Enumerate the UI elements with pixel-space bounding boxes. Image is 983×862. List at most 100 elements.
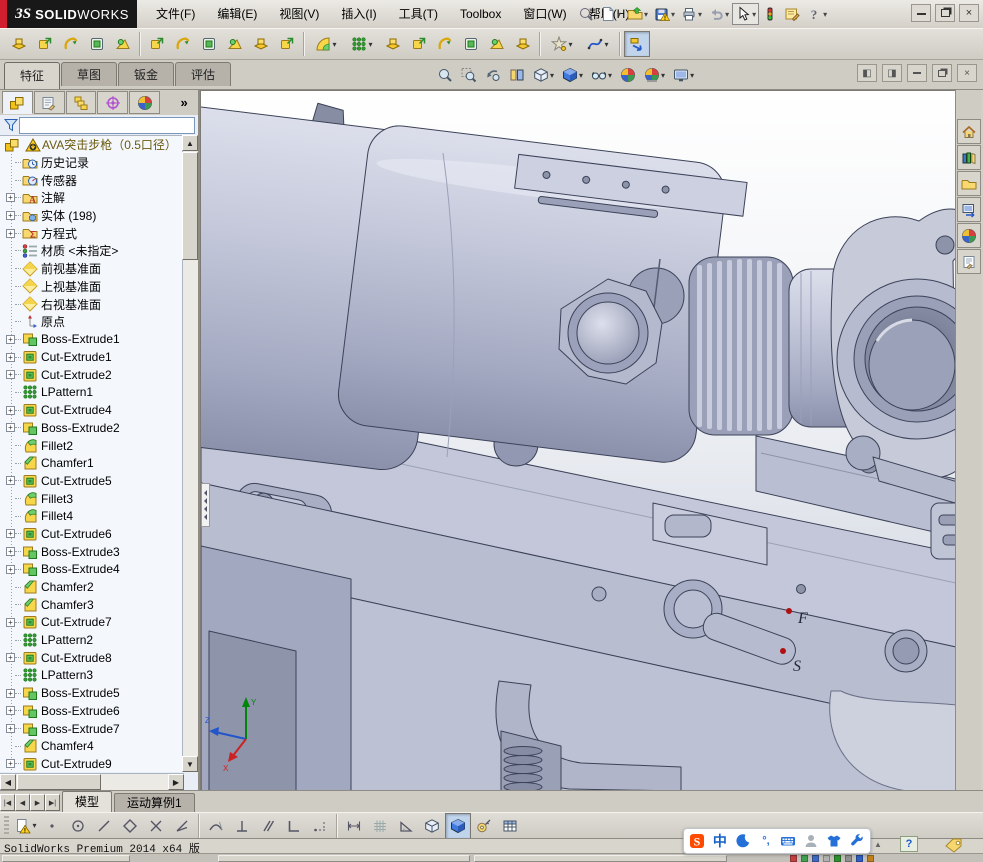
snap-perpendicular-icon[interactable] bbox=[229, 813, 255, 839]
view-orientation-icon[interactable]: ▾ bbox=[529, 63, 558, 87]
undo-icon[interactable]: ▾ bbox=[705, 3, 732, 25]
snap-grid-icon[interactable] bbox=[367, 813, 393, 839]
tree-item[interactable]: + Cut-Extrude7 bbox=[0, 614, 184, 632]
taskbar-button[interactable] bbox=[218, 855, 470, 862]
expand-toggle[interactable]: + bbox=[6, 334, 15, 344]
scroll-down-button[interactable]: ▼ bbox=[182, 756, 198, 772]
shell-icon[interactable] bbox=[110, 31, 136, 57]
menu-3[interactable]: 插入(I) bbox=[330, 3, 387, 25]
account-icon[interactable] bbox=[801, 831, 821, 851]
display-style-icon[interactable]: ▾ bbox=[558, 63, 587, 87]
expand-toggle[interactable]: + bbox=[6, 724, 15, 734]
vscroll-thumb[interactable] bbox=[182, 152, 198, 260]
tree-item[interactable]: + Boss-Extrude5 bbox=[0, 684, 184, 702]
sketch-cross-icon[interactable] bbox=[143, 813, 169, 839]
tree-item[interactable]: + Cut-Extrude5 bbox=[0, 472, 184, 490]
propertymanager-tab[interactable] bbox=[33, 91, 65, 114]
intersect-icon[interactable] bbox=[458, 31, 484, 57]
expand-toggle[interactable]: + bbox=[6, 688, 15, 698]
tree-item[interactable]: Chamfer1 bbox=[0, 454, 184, 472]
edit-appearance-icon[interactable] bbox=[616, 63, 640, 87]
expand-toggle[interactable]: + bbox=[6, 529, 15, 539]
minimize-button[interactable] bbox=[911, 4, 931, 22]
sketch-point-icon[interactable] bbox=[39, 813, 65, 839]
tray-icon[interactable] bbox=[812, 855, 819, 862]
close-button[interactable]: × bbox=[959, 4, 979, 22]
tree-filter-input[interactable] bbox=[19, 116, 195, 134]
tree-item[interactable]: LPattern2 bbox=[0, 631, 184, 649]
dome-icon[interactable] bbox=[84, 31, 110, 57]
tree-item[interactable]: + Cut-Extrude1 bbox=[0, 348, 184, 366]
instant3d-icon[interactable] bbox=[624, 31, 650, 57]
hide-show-items-icon[interactable]: ▾ bbox=[587, 63, 616, 87]
design-table-icon[interactable] bbox=[497, 813, 523, 839]
expand-toggle[interactable]: + bbox=[6, 617, 15, 627]
apply-scene-icon[interactable]: ▾ bbox=[640, 63, 669, 87]
tab-nav-previous[interactable]: ◀ bbox=[15, 794, 30, 811]
tree-item[interactable]: + Boss-Extrude6 bbox=[0, 702, 184, 720]
tree-item[interactable]: + A 注解 bbox=[0, 189, 184, 207]
forming-tool-icon[interactable] bbox=[144, 31, 170, 57]
custom-properties-icon[interactable] bbox=[957, 249, 981, 274]
tree-item[interactable]: 前视基准面 bbox=[0, 260, 184, 278]
tray-icon[interactable] bbox=[834, 855, 841, 862]
tree-item[interactable]: LPattern3 bbox=[0, 667, 184, 685]
expand-toggle[interactable]: + bbox=[6, 706, 15, 716]
expand-toggle[interactable]: + bbox=[6, 759, 15, 769]
appearances-scenes-icon[interactable] bbox=[957, 223, 981, 248]
doc-restore-button[interactable] bbox=[932, 64, 952, 82]
tree-item[interactable]: Chamfer4 bbox=[0, 737, 184, 755]
tree-item[interactable]: + Σ 方程式 bbox=[0, 224, 184, 242]
base-flange-icon[interactable] bbox=[196, 31, 222, 57]
tree-item[interactable]: + Cut-Extrude6 bbox=[0, 525, 184, 543]
tray-icon[interactable] bbox=[845, 855, 852, 862]
tree-item[interactable]: + Boss-Extrude2 bbox=[0, 419, 184, 437]
shaded-display-icon[interactable] bbox=[445, 812, 471, 839]
snap-point-trail-icon[interactable] bbox=[307, 813, 333, 839]
tree-horizontal-scrollbar[interactable]: ◀ ▶ bbox=[0, 773, 184, 790]
help-icon[interactable]: ? ▾ bbox=[803, 3, 830, 25]
expand-toggle[interactable]: + bbox=[6, 423, 15, 433]
model-tab-运动算例1[interactable]: 运动算例1 bbox=[114, 793, 195, 812]
toolbar-grip[interactable] bbox=[4, 815, 9, 836]
search-icon[interactable] bbox=[575, 3, 597, 25]
chinese-mode-icon[interactable]: 中 bbox=[710, 831, 730, 851]
skin-icon[interactable] bbox=[824, 831, 844, 851]
open-document-icon[interactable]: ▾ bbox=[624, 3, 651, 25]
sketched-bend-icon[interactable] bbox=[170, 31, 196, 57]
fold-icon[interactable] bbox=[274, 31, 300, 57]
settings-wrench-icon[interactable] bbox=[847, 831, 867, 851]
expand-toggle[interactable]: + bbox=[6, 547, 15, 557]
sketch-line-icon[interactable] bbox=[91, 813, 117, 839]
help-badge[interactable]: ? bbox=[900, 836, 918, 852]
3d-viewport[interactable]: F S Y Z X bbox=[123, 90, 983, 792]
spline-curves-icon[interactable]: ▾ bbox=[580, 31, 616, 57]
tree-item[interactable]: 右视基准面 bbox=[0, 295, 184, 313]
draft-icon[interactable] bbox=[380, 31, 406, 57]
insert-part-icon[interactable] bbox=[6, 31, 32, 57]
menu-1[interactable]: 编辑(E) bbox=[206, 3, 268, 25]
tree-item[interactable]: + Cut-Extrude8 bbox=[0, 649, 184, 667]
tab-草图[interactable]: 草图 bbox=[61, 62, 117, 86]
scroll-left-button[interactable]: ◀ bbox=[0, 774, 16, 790]
doc-close-button[interactable]: × bbox=[957, 64, 977, 82]
snap-corner-icon[interactable] bbox=[281, 813, 307, 839]
tray-icon[interactable] bbox=[801, 855, 808, 862]
sketch-polygon-icon[interactable] bbox=[117, 813, 143, 839]
tree-item[interactable]: Fillet4 bbox=[0, 507, 184, 525]
view-settings-icon[interactable]: ▾ bbox=[669, 63, 698, 87]
pane-splitter-handle[interactable] bbox=[201, 483, 210, 527]
tree-item[interactable]: 材质 <未指定> bbox=[0, 242, 184, 260]
swept-flange-icon[interactable] bbox=[222, 31, 248, 57]
toggle-right-pane-button[interactable]: ◨ bbox=[882, 64, 902, 82]
new-document-icon[interactable]: ▾ bbox=[597, 3, 624, 25]
expand-toggle[interactable]: + bbox=[6, 564, 15, 574]
tree-item[interactable]: 历史记录 bbox=[0, 154, 184, 172]
zoom-to-fit-icon[interactable] bbox=[433, 63, 457, 87]
snap-angle-tool-icon[interactable] bbox=[393, 813, 419, 839]
expand-toggle[interactable]: + bbox=[6, 228, 15, 238]
mirror-icon[interactable] bbox=[484, 31, 510, 57]
tree-item[interactable]: + Boss-Extrude3 bbox=[0, 543, 184, 561]
tree-root-item[interactable]: AVA突击步枪（0.5口径） bbox=[0, 136, 184, 154]
file-explorer-icon[interactable] bbox=[957, 171, 981, 196]
